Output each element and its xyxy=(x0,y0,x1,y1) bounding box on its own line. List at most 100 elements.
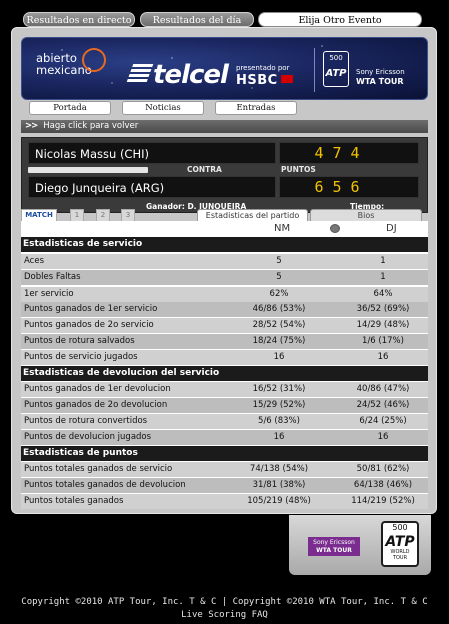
wta-tour-logo-small: Sony Ericsson WTA TOUR xyxy=(308,537,360,556)
tab-bios[interactable]: Bios xyxy=(310,209,422,221)
stat-value-dj: 1 xyxy=(380,256,386,266)
stat-value-dj: 24/52 (46%) xyxy=(356,400,410,410)
hsbc-logo: presentado por HSBC xyxy=(236,64,293,88)
table-row: Puntos de rotura salvados 18/24 (75%) 1/6 … xyxy=(21,334,428,349)
live-scoring-faq-link[interactable]: Live Scoring FAQ xyxy=(0,610,449,620)
stat-value-dj: 114/219 (52%) xyxy=(351,496,415,506)
stats-table: NM DJ Estadisticas de servicio Aces 5 1 Dobl… xyxy=(21,221,428,509)
table-row: Puntos ganados de 2o servicio 28/52 (54%)… xyxy=(21,318,428,333)
wta-small-line2: WTA TOUR xyxy=(316,547,352,554)
stat-label: Puntos totales ganados de servicio xyxy=(24,464,173,474)
table-row: 1er servicio 62% 64% xyxy=(21,287,428,302)
table-row: Puntos ganados de 1er servicio 46/86 (53%… xyxy=(21,302,428,317)
top-tab-bar: Resultados en directo Resultados del día… xyxy=(20,8,422,28)
stat-label: Aces xyxy=(24,256,44,266)
banner-divider xyxy=(314,48,315,92)
stat-value-dj: 64/138 (46%) xyxy=(353,480,413,490)
wta-line1: Sony Ericsson xyxy=(356,68,405,76)
back-link-label: Haga click para volver xyxy=(43,121,139,131)
stat-value-dj: 16 xyxy=(377,352,389,362)
player2-name: Diego Junqueira (ARG) xyxy=(28,176,276,198)
atp2-world-tour: WORLD TOUR xyxy=(390,549,410,561)
stat-label: Puntos de devolucion jugados xyxy=(24,432,152,442)
wta-small-line1: Sony Ericsson xyxy=(313,539,355,546)
nav-entradas[interactable]: Entradas xyxy=(215,101,297,115)
double-chevron-icon: >> xyxy=(25,121,38,131)
points-label: PUNTOS xyxy=(281,165,316,174)
stat-value-dj: 36/52 (69%) xyxy=(356,304,410,314)
table-row: Aces 5 1 xyxy=(21,254,428,269)
telcel-stripes-icon xyxy=(126,64,154,82)
table-row: Puntos de devolucion jugados 16 16 xyxy=(21,430,428,445)
stat-label: Puntos de rotura convertidos xyxy=(24,416,148,426)
scoreboard: Nicolas Massu (CHI) 4 7 4 CONTRA PUNTOS … xyxy=(21,137,428,223)
abierto-mexicano-logo: abierto mexicano xyxy=(36,48,110,76)
stat-label: Puntos de servicio jugados xyxy=(24,352,138,362)
atp-world-tour-logo: 500 ATP WORLD TOUR xyxy=(381,521,419,567)
stat-label: Puntos totales ganados xyxy=(24,496,124,506)
stat-value-dj: 16 xyxy=(377,432,389,442)
copyright-line[interactable]: Copyright ©2010 ATP Tour, Inc. T & C | C… xyxy=(0,597,449,607)
tab-match[interactable]: MATCH xyxy=(21,209,57,221)
table-row: Puntos de servicio jugados 16 16 xyxy=(21,350,428,365)
hsbc-text: HSBC xyxy=(236,73,278,88)
player2-set2: 5 xyxy=(332,178,342,196)
stat-label: 1er servicio xyxy=(24,289,74,299)
tab-results-of-day[interactable]: Resultados del día xyxy=(140,12,254,27)
stat-value-dj: 40/86 (47%) xyxy=(356,384,410,394)
progress-bar xyxy=(28,167,148,173)
stat-value-dj: 1/6 (17%) xyxy=(362,336,404,346)
tab-choose-event[interactable]: Elija Otro Evento xyxy=(258,12,422,27)
player2-set3: 6 xyxy=(350,178,360,196)
player1-set3: 4 xyxy=(350,144,360,162)
tennis-ball-icon xyxy=(82,48,106,72)
player2-score: 6 5 6 xyxy=(279,176,419,198)
presented-by-text: presentado por xyxy=(236,64,290,72)
wta-tour-logo: Sony Ericsson WTA TOUR xyxy=(356,68,405,86)
player1-set1: 4 xyxy=(314,144,324,162)
event-banner: abierto mexicano telcel presentado por H… xyxy=(21,37,428,100)
tennis-ball-icon xyxy=(330,224,340,233)
col-header-nm: NM xyxy=(274,223,291,234)
stat-label: Puntos ganados de 1er devolucion xyxy=(24,384,171,394)
player1-name: Nicolas Massu (CHI) xyxy=(28,142,276,164)
table-row: Dobles Faltas 5 1 xyxy=(21,270,428,285)
table-row: Puntos totales ganados de servicio 74/138… xyxy=(21,462,428,477)
telcel-logo: telcel xyxy=(126,60,229,90)
bottom-logo-panel: Sony Ericsson WTA TOUR 500 ATP WORLD TOU… xyxy=(289,515,431,575)
tab-set-2[interactable]: 2 xyxy=(96,209,110,221)
stats-header-row: NM DJ xyxy=(21,221,428,236)
stat-value-dj: 6/24 (25%) xyxy=(359,416,407,426)
table-row: Puntos de rotura convertidos 5/6 (83%) 6/2… xyxy=(21,414,428,429)
stat-label: Puntos ganados de 2o devolucion xyxy=(24,400,168,410)
stat-value-dj: 14/29 (48%) xyxy=(356,320,410,330)
atp-500-logo: 500 ATP xyxy=(323,51,349,87)
stat-value-dj: 64% xyxy=(373,289,393,299)
section-header: Estadisticas de puntos xyxy=(21,446,428,461)
atp2-500: 500 xyxy=(392,523,408,532)
stat-label: Puntos ganados de 2o servicio xyxy=(24,320,154,330)
tab-set-1[interactable]: 1 xyxy=(70,209,84,221)
nav-portada[interactable]: Portada xyxy=(29,101,111,115)
tab-live-results[interactable]: Resultados en directo xyxy=(23,12,135,27)
player1-set2: 7 xyxy=(332,144,342,162)
hsbc-hexagon-icon xyxy=(280,75,293,83)
table-row: Puntos ganados de 1er devolucion 16/52 (3… xyxy=(21,382,428,397)
main-panel: abierto mexicano telcel presentado por H… xyxy=(11,27,437,514)
stat-value-dj: 50/81 (62%) xyxy=(356,464,410,474)
telcel-text: telcel xyxy=(153,60,229,90)
table-row: Puntos ganados de 2o devolucion 15/29 (52… xyxy=(21,398,428,413)
player2-set1: 6 xyxy=(314,178,324,196)
back-link[interactable]: >> Haga click para volver xyxy=(21,120,428,133)
nav-noticias[interactable]: Noticias xyxy=(122,101,204,115)
tab-match-stats[interactable]: Estadisticas del partido xyxy=(197,209,308,221)
stat-label: Puntos de rotura salvados xyxy=(24,336,135,346)
section-header: Estadisticas de devolucion del servicio xyxy=(21,366,428,381)
stat-label: Puntos totales ganados de devolucion xyxy=(24,480,186,490)
stat-label: Puntos ganados de 1er servicio xyxy=(24,304,158,314)
tab-set-3[interactable]: 3 xyxy=(121,209,135,221)
wta-line2: WTA TOUR xyxy=(356,77,404,86)
player1-score: 4 7 4 xyxy=(279,142,419,164)
atp-text: ATP xyxy=(325,68,347,79)
table-row: Puntos totales ganados de devolucion 31/8… xyxy=(21,478,428,493)
